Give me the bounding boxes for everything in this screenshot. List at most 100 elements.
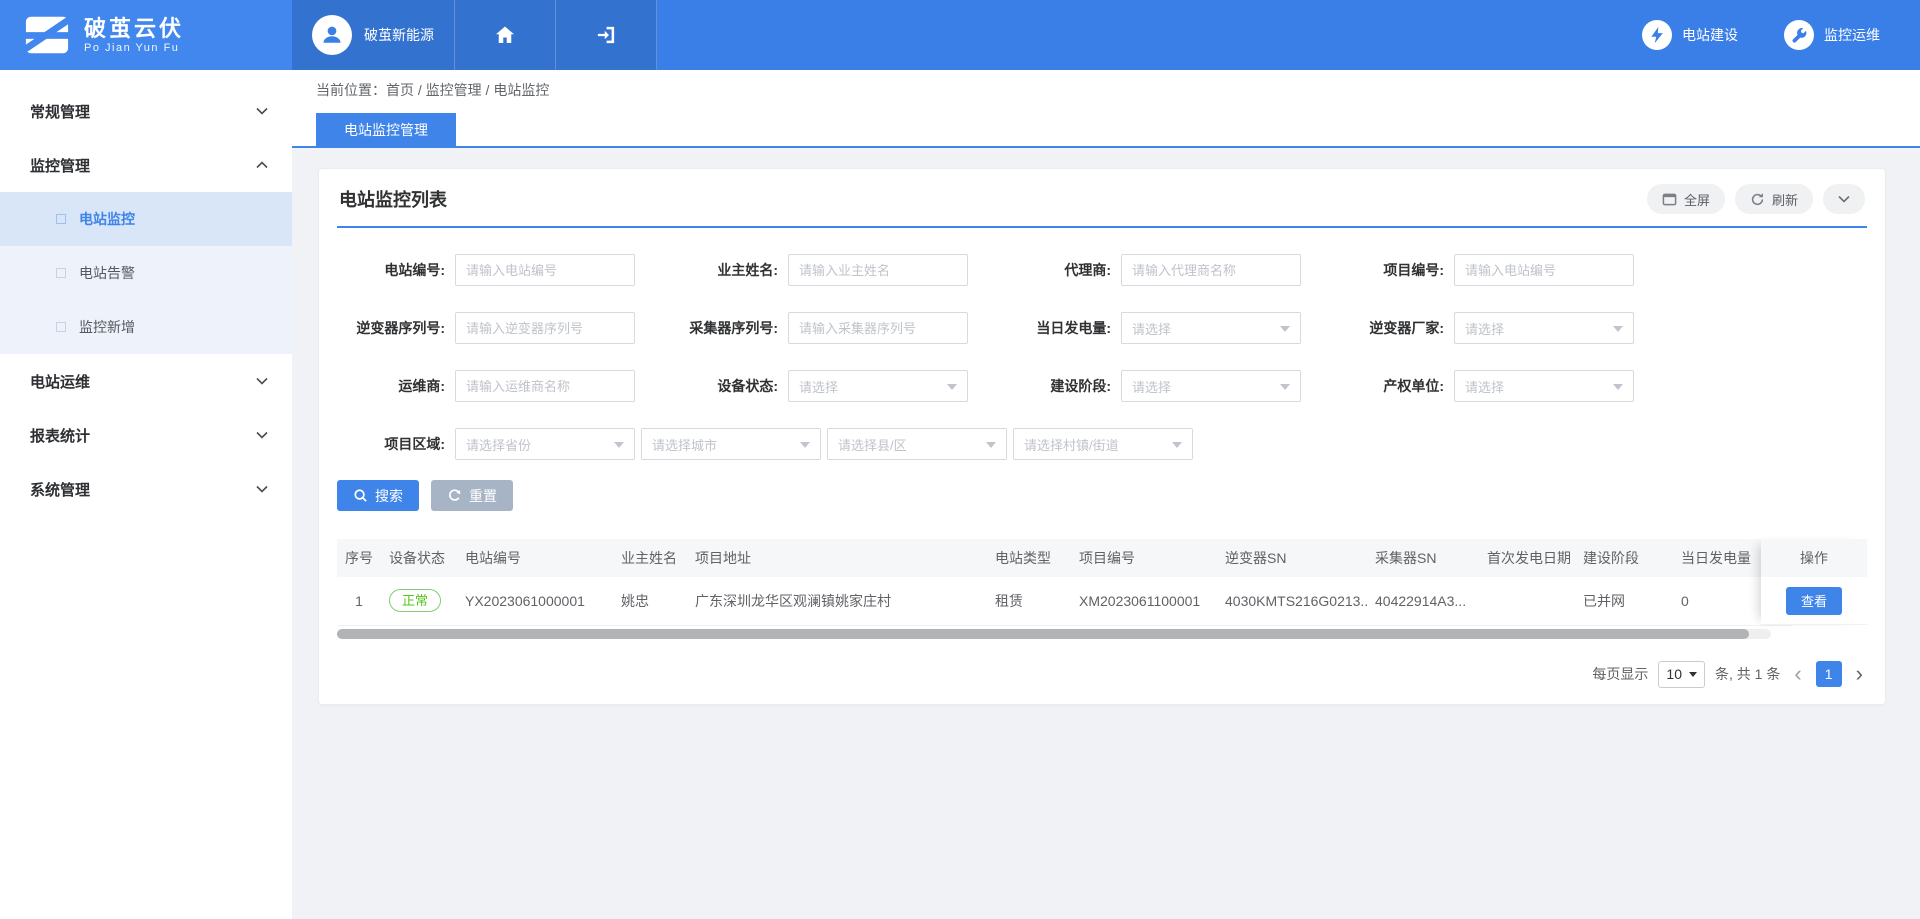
collector-sn-input[interactable] [788,312,968,344]
topnav-monitor-ops-label: 监控运维 [1824,25,1880,45]
sidebar-item-general-mgmt[interactable]: 常规管理 [0,84,292,138]
refresh-button[interactable]: 刷新 [1735,184,1813,214]
reset-button[interactable]: 重置 [431,480,513,511]
avatar-icon [312,15,352,55]
ops-vendor-input[interactable] [455,370,635,402]
page-number-button[interactable]: 1 [1816,661,1842,687]
col-header-address: 项目地址 [687,539,987,577]
project-no-input[interactable] [1454,254,1634,286]
collapse-button[interactable] [1823,184,1865,214]
select-placeholder: 请选择 [1465,319,1504,338]
next-page-button[interactable]: › [1852,663,1867,685]
sidebar-item-label: 常规管理 [30,101,90,122]
per-page-select[interactable]: 10 [1658,661,1705,688]
status-badge: 正常 [389,589,441,612]
select-placeholder: 请选择村镇/街道 [1024,435,1119,454]
filter-label: 业主姓名: [670,260,788,280]
owner-name-input[interactable] [788,254,968,286]
filter-label: 当日发电量: [1003,318,1121,338]
filter-label: 建设阶段: [1003,376,1121,396]
sidebar-item-system-mgmt[interactable]: 系统管理 [0,462,292,516]
cell-stage: 已并网 [1575,577,1673,625]
chevron-down-icon [256,107,268,115]
brand-title: 破茧云伏 [84,16,184,41]
sidebar-subitem-station-monitor[interactable]: 电站监控 [0,192,292,246]
topnav-user[interactable]: 破茧新能源 [292,0,455,70]
province-select[interactable]: 请选择省份 [455,428,635,460]
filter-row-region: 项目区域: 请选择省份 请选择城市 [337,428,1867,460]
horizontal-scrollbar-thumb[interactable] [337,629,1749,639]
chevron-down-icon [256,485,268,493]
inverter-sn-input[interactable] [455,312,635,344]
cell-inverter-sn: 4030KMTS216G0213... [1217,577,1367,625]
topnav-home[interactable] [455,0,556,70]
agent-input[interactable] [1121,254,1301,286]
chevron-down-icon [256,377,268,385]
sidebar-item-report-stats[interactable]: 报表统计 [0,408,292,462]
sidebar-subitem-monitor-add[interactable]: 监控新增 [0,300,292,354]
sidebar-subitem-label: 电站监控 [79,209,135,229]
filter-row-1: 电站编号: 业主姓名: 代理商: [337,254,1867,286]
horizontal-scrollbar [337,629,1771,639]
station-no-input[interactable] [455,254,635,286]
login-icon [596,25,616,45]
topnav-login[interactable] [556,0,657,70]
caret-down-icon [1172,442,1182,453]
reset-icon [447,488,462,503]
filter-label: 电站编号: [337,260,455,280]
chevron-up-icon [256,161,268,169]
view-button[interactable]: 查看 [1786,587,1842,615]
tab-station-monitor-mgmt[interactable]: 电站监控管理 [316,113,456,146]
topnav-right: 电站建设 监控运维 [1642,0,1920,70]
field-build-stage: 建设阶段: 请选择 [1003,370,1336,402]
prev-page-button[interactable]: ‹ [1790,663,1805,685]
property-unit-select[interactable]: 请选择 [1454,370,1634,402]
logo-icon [24,12,70,58]
city-select[interactable]: 请选择城市 [641,428,821,460]
filter-label: 设备状态: [670,376,788,396]
build-stage-select[interactable]: 请选择 [1121,370,1301,402]
card-header: 电站监控列表 全屏 [337,169,1867,228]
search-button[interactable]: 搜索 [337,480,419,511]
field-agent: 代理商: [1003,254,1336,286]
daily-generation-select[interactable]: 请选择 [1121,312,1301,344]
sidebar-subitem-label: 电站告警 [79,263,135,283]
total-label: 条, 共 1 条 [1715,664,1780,684]
field-daily-generation: 当日发电量: 请选择 [1003,312,1336,344]
topbar: 破茧云伏 Po Jian Yun Fu 破茧新能源 [0,0,1920,70]
main-area: 当前位置：首页 / 监控管理 / 电站监控 电站监控管理 电站监控列表 [292,70,1920,919]
sidebar-item-station-ops[interactable]: 电站运维 [0,354,292,408]
topnav-station-build[interactable]: 电站建设 [1642,20,1738,50]
sidebar-item-label: 报表统计 [30,425,90,446]
tab-bar: 电站监控管理 [292,110,1920,146]
field-owner-name: 业主姓名: [670,254,1003,286]
filter-form: 电站编号: 业主姓名: 代理商: [337,228,1867,511]
fullscreen-button[interactable]: 全屏 [1647,184,1725,214]
sidebar-item-monitor-mgmt[interactable]: 监控管理 [0,138,292,192]
village-select[interactable]: 请选择村镇/街道 [1013,428,1193,460]
filter-label: 运维商: [337,376,455,396]
inverter-maker-select[interactable]: 请选择 [1454,312,1634,344]
field-inverter-sn: 逆变器序列号: [337,312,670,344]
col-header-index: 序号 [337,539,381,577]
sidebar: 常规管理 监控管理 电站监控 电站告警 [0,70,292,919]
col-header-owner: 业主姓名 [613,539,687,577]
chevron-down-icon [1838,195,1850,203]
filter-label: 项目区域: [337,434,455,454]
sidebar-item-label: 系统管理 [30,479,90,500]
cell-address: 广东深圳龙华区观澜镇姚家庄村 [687,577,987,625]
col-header-type: 电站类型 [987,539,1071,577]
chevron-down-icon [256,431,268,439]
topnav-monitor-ops[interactable]: 监控运维 [1784,20,1880,50]
caret-down-icon [1613,384,1623,395]
brand-logo: 破茧云伏 Po Jian Yun Fu [0,0,292,70]
content-area: 电站监控列表 全屏 [292,148,1920,919]
sidebar-subitem-station-alarm[interactable]: 电站告警 [0,246,292,300]
device-status-select[interactable]: 请选择 [788,370,968,402]
county-select[interactable]: 请选择县/区 [827,428,1007,460]
reset-label: 重置 [469,486,497,506]
select-placeholder: 请选择 [1132,377,1171,396]
caret-down-icon [986,442,996,453]
col-header-stage: 建设阶段 [1575,539,1673,577]
pagination: 每页显示 10 条, 共 1 条 ‹ 1 › [337,661,1867,688]
